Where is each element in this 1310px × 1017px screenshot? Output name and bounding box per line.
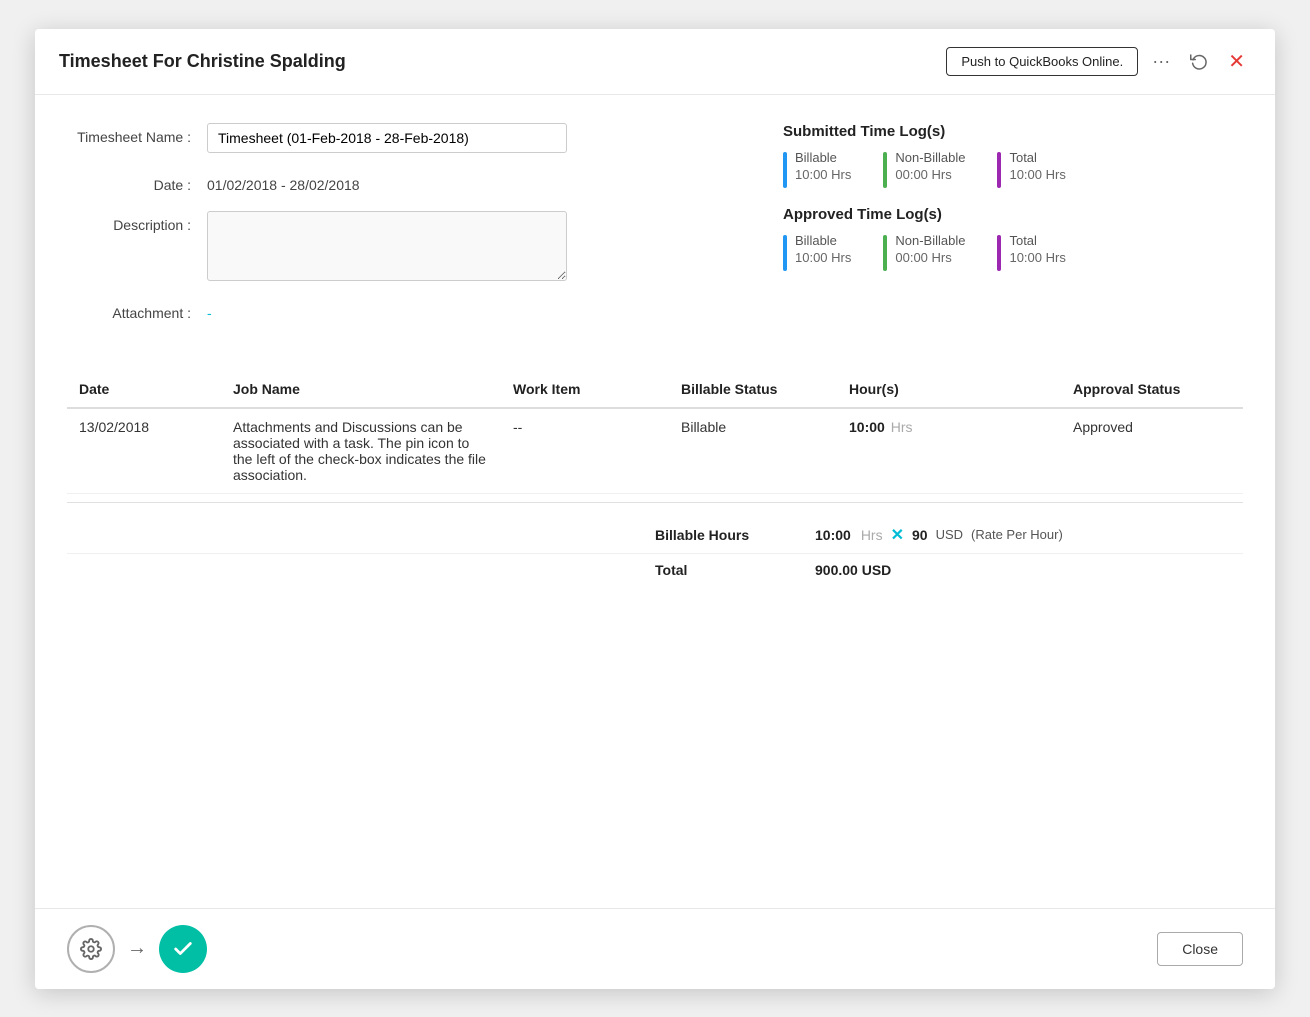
total-row: Total 900.00 USD	[67, 554, 1243, 586]
approved-billable-value: 10:00 Hrs	[795, 250, 851, 265]
ellipsis-icon: ···	[1152, 51, 1170, 72]
approved-stats-row: Billable 10:00 Hrs Non-Billable 00:00 Hr…	[783, 233, 1243, 271]
billable-bar	[783, 152, 787, 188]
total-bar	[997, 152, 1001, 188]
submitted-non-billable-stat: Non-Billable 00:00 Hrs	[883, 150, 965, 188]
approved-total-label: Total	[1009, 233, 1065, 248]
table-header-row: Date Job Name Work Item Billable Status …	[67, 371, 1243, 408]
arrow-right-icon: →	[127, 937, 147, 960]
col-approval-status: Approval Status	[1061, 371, 1243, 408]
modal-title: Timesheet For Christine Spalding	[59, 51, 946, 72]
footer-left: →	[67, 925, 1157, 973]
total-amount: 900.00 USD	[815, 562, 891, 578]
close-x-button[interactable]: ✕	[1222, 45, 1251, 78]
approved-billable-label: Billable	[795, 233, 851, 248]
timesheet-modal: Timesheet For Christine Spalding Push to…	[35, 29, 1275, 989]
billable-hours-unit: Hrs	[861, 527, 883, 543]
modal-header: Timesheet For Christine Spalding Push to…	[35, 29, 1275, 95]
table-row: 13/02/2018 Attachments and Discussions c…	[67, 408, 1243, 494]
non-billable-bar	[883, 152, 887, 188]
hours-value: 10:00	[849, 419, 885, 435]
approved-non-billable-label: Non-Billable	[895, 233, 965, 248]
confirm-button[interactable]	[159, 925, 207, 973]
timesheet-name-input[interactable]	[207, 123, 567, 153]
close-x-icon: ✕	[1228, 49, 1245, 74]
billable-hours-value: 10:00 Hrs ✕ 90 USD (Rate Per Hour)	[815, 525, 1063, 545]
description-textarea[interactable]	[207, 211, 567, 281]
approved-non-billable-bar	[883, 235, 887, 271]
total-value: 900.00 USD	[815, 562, 891, 578]
table-section: Date Job Name Work Item Billable Status …	[67, 371, 1243, 586]
rate-value: 90	[912, 527, 928, 543]
multiply-icon: ✕	[891, 525, 904, 545]
rate-unit: USD	[936, 527, 963, 542]
description-label: Description :	[67, 211, 207, 233]
hours-unit: Hrs	[891, 419, 913, 435]
approved-billable-bar	[783, 235, 787, 271]
form-section: Timesheet Name : Date : 01/02/2018 - 28/…	[67, 123, 743, 339]
submitted-stats-title: Submitted Time Log(s)	[783, 123, 1243, 140]
approved-total-stat: Total 10:00 Hrs	[997, 233, 1065, 271]
submitted-total-stat: Total 10:00 Hrs	[997, 150, 1065, 188]
col-job-name: Job Name	[221, 371, 501, 408]
history-button[interactable]	[1184, 48, 1214, 74]
row-billable-status: Billable	[669, 408, 837, 494]
row-work-item: --	[501, 408, 669, 494]
gear-icon	[80, 938, 102, 960]
close-button[interactable]: Close	[1157, 932, 1243, 966]
modal-footer: → Close	[35, 908, 1275, 989]
stats-section: Submitted Time Log(s) Billable 10:00 Hrs	[783, 123, 1243, 339]
summary-section: Billable Hours 10:00 Hrs ✕ 90 USD (Rate …	[67, 502, 1243, 586]
quickbooks-button[interactable]: Push to QuickBooks Online.	[946, 47, 1138, 76]
attachment-link[interactable]: -	[207, 299, 212, 321]
submitted-non-billable-label: Non-Billable	[895, 150, 965, 165]
submitted-stats-row: Billable 10:00 Hrs Non-Billable 00:00 Hr…	[783, 150, 1243, 188]
row-job-name: Attachments and Discussions can be assoc…	[221, 408, 501, 494]
submitted-billable-label: Billable	[795, 150, 851, 165]
modal-body: Timesheet Name : Date : 01/02/2018 - 28/…	[35, 95, 1275, 908]
approved-total-bar	[997, 235, 1001, 271]
submitted-non-billable-value: 00:00 Hrs	[895, 167, 965, 182]
row-approval-status: Approved	[1061, 408, 1243, 494]
approved-non-billable-stat: Non-Billable 00:00 Hrs	[883, 233, 965, 271]
rate-per: (Rate Per Hour)	[971, 527, 1063, 542]
timesheet-name-row: Timesheet Name :	[67, 123, 743, 153]
attachment-row: Attachment : -	[67, 299, 743, 321]
gear-circle-button[interactable]	[67, 925, 115, 973]
description-row: Description :	[67, 211, 743, 281]
approved-stats-block: Approved Time Log(s) Billable 10:00 Hrs	[783, 206, 1243, 271]
attachment-label: Attachment :	[67, 299, 207, 321]
approved-non-billable-value: 00:00 Hrs	[895, 250, 965, 265]
row-date: 13/02/2018	[67, 408, 221, 494]
date-value: 01/02/2018 - 28/02/2018	[207, 171, 360, 193]
col-date: Date	[67, 371, 221, 408]
date-label: Date :	[67, 171, 207, 193]
submitted-total-label: Total	[1009, 150, 1065, 165]
approved-stats-title: Approved Time Log(s)	[783, 206, 1243, 223]
submitted-stats-block: Submitted Time Log(s) Billable 10:00 Hrs	[783, 123, 1243, 188]
col-billable-status: Billable Status	[669, 371, 837, 408]
date-row: Date : 01/02/2018 - 28/02/2018	[67, 171, 743, 193]
approved-billable-stat: Billable 10:00 Hrs	[783, 233, 851, 271]
total-label: Total	[655, 562, 815, 578]
submitted-billable-stat: Billable 10:00 Hrs	[783, 150, 851, 188]
more-options-button[interactable]: ···	[1146, 47, 1176, 76]
submitted-total-value: 10:00 Hrs	[1009, 167, 1065, 182]
top-section: Timesheet Name : Date : 01/02/2018 - 28/…	[67, 123, 1243, 339]
billable-hours-row: Billable Hours 10:00 Hrs ✕ 90 USD (Rate …	[67, 517, 1243, 554]
timesheet-table: Date Job Name Work Item Billable Status …	[67, 371, 1243, 494]
header-actions: Push to QuickBooks Online. ··· ✕	[946, 45, 1251, 78]
billable-hours-label: Billable Hours	[655, 527, 815, 543]
col-hours: Hour(s)	[837, 371, 1061, 408]
approved-total-value: 10:00 Hrs	[1009, 250, 1065, 265]
col-work-item: Work Item	[501, 371, 669, 408]
timesheet-name-label: Timesheet Name :	[67, 123, 207, 145]
checkmark-icon	[172, 938, 194, 960]
submitted-billable-value: 10:00 Hrs	[795, 167, 851, 182]
row-hours: 10:00 Hrs	[837, 408, 1061, 494]
history-icon	[1190, 52, 1208, 70]
billable-hours-number: 10:00	[815, 527, 851, 543]
